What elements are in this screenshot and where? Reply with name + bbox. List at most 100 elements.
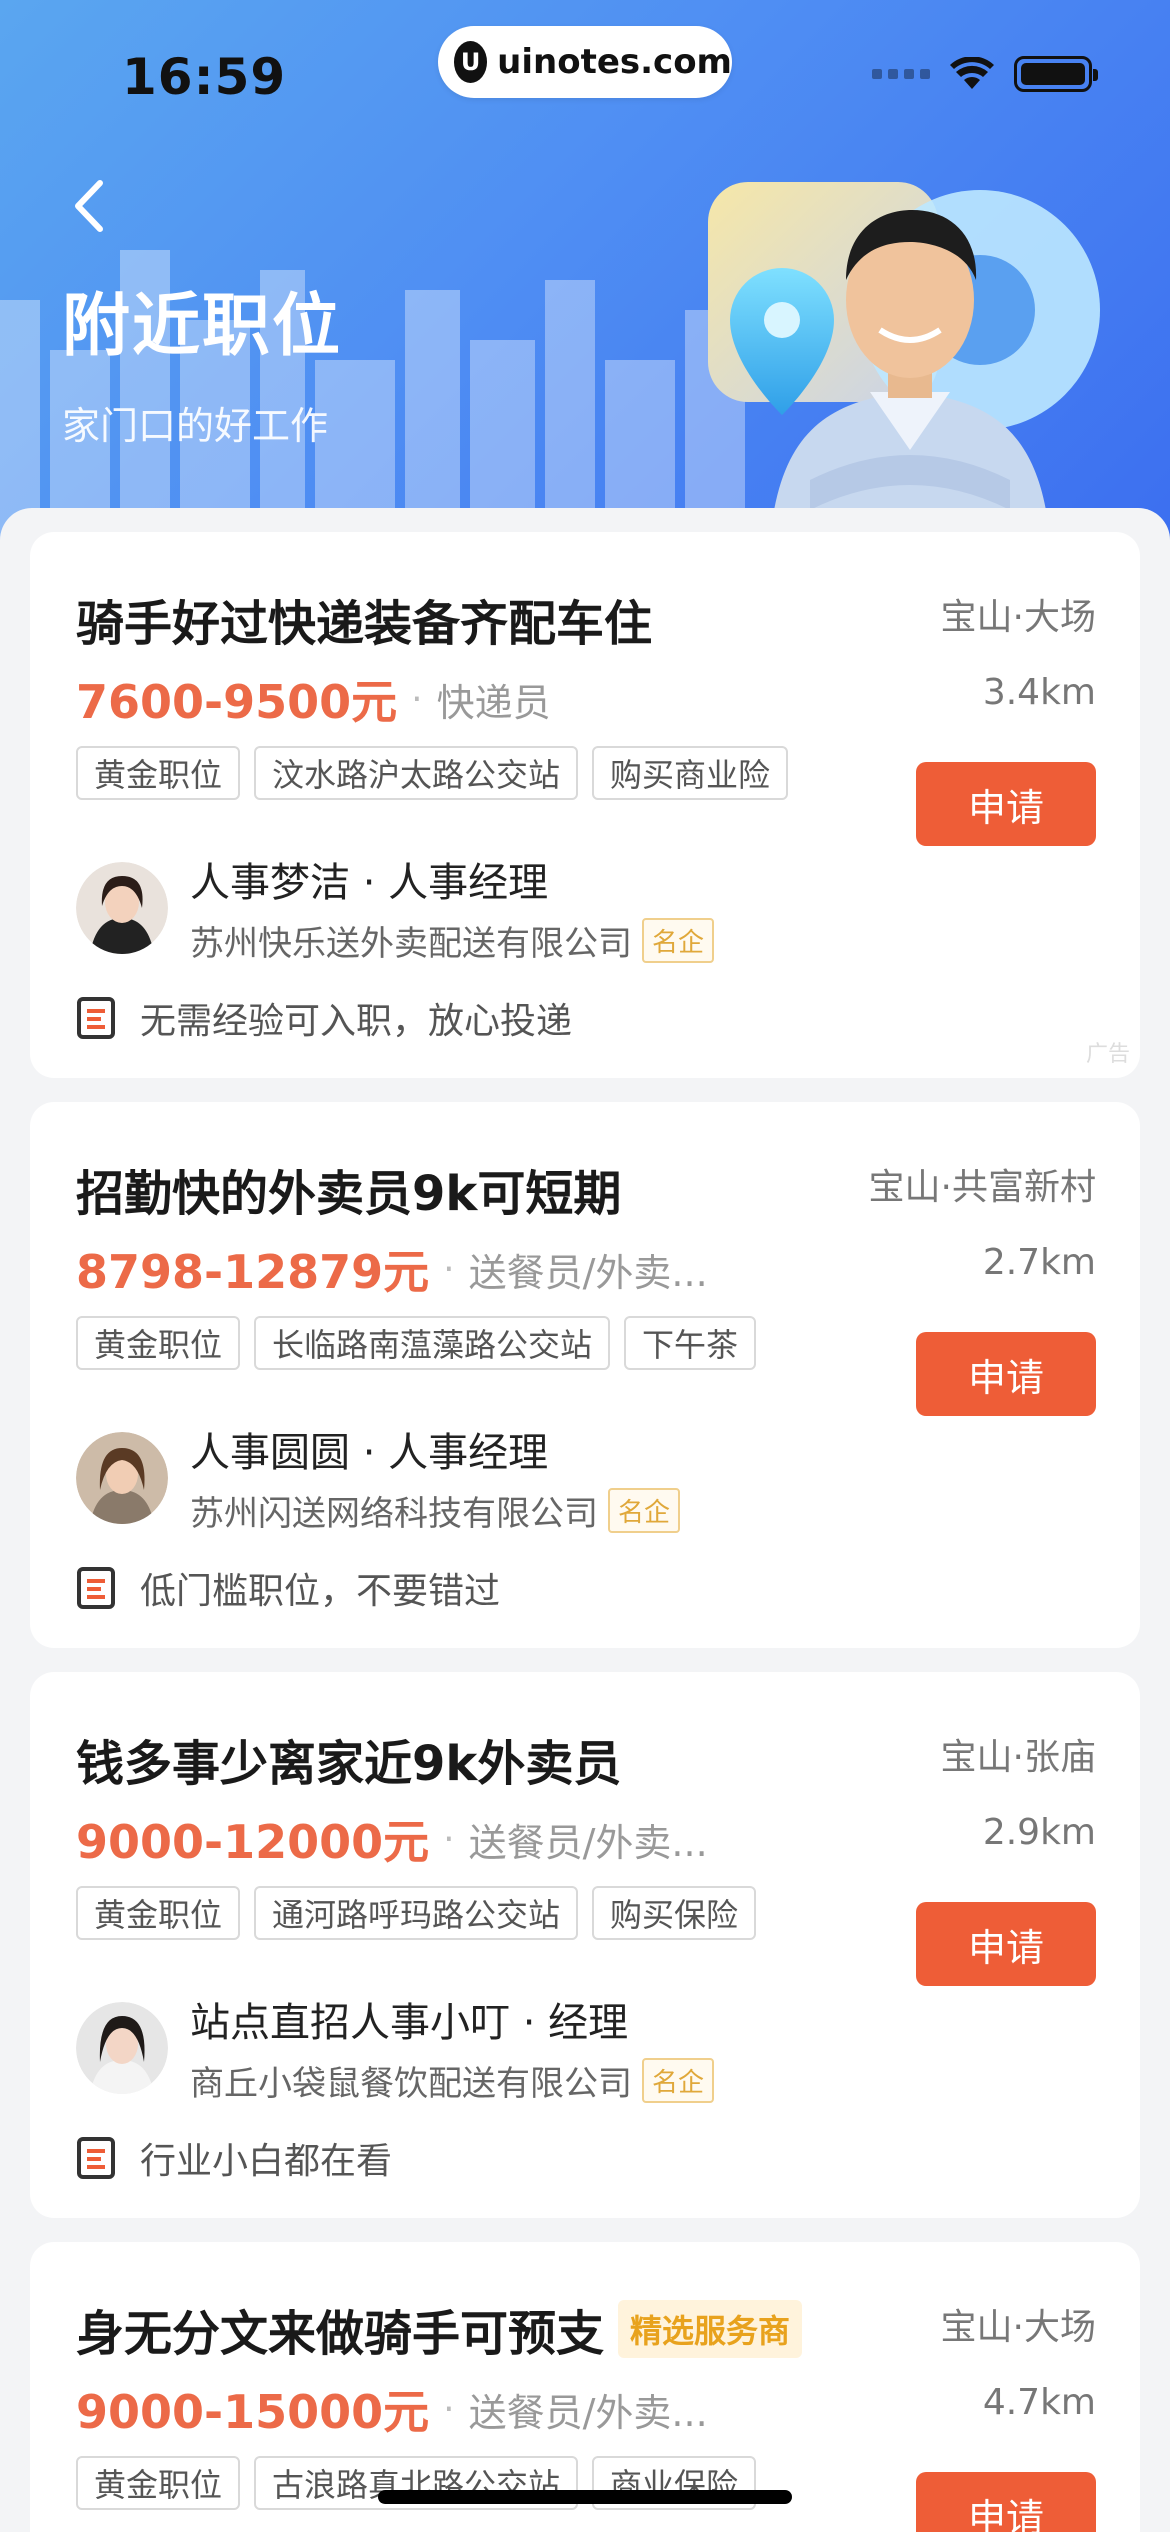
apply-button[interactable]: 申请 [916, 2472, 1096, 2532]
apply-button[interactable]: 申请 [916, 1332, 1096, 1416]
salary-row: 7600-9500元 · 快递员 [76, 666, 551, 732]
job-title-text: 身无分文来做骑手可预支 [76, 2306, 605, 2362]
recruiter-name: 站点直招人事小叮 · 经理 [190, 2000, 629, 2046]
watermark-domain: uinotes.com [497, 42, 732, 82]
wifi-icon [950, 57, 994, 89]
job-tag: 黄金职位 [76, 1886, 241, 1940]
job-salary: 8798-12879元 [76, 1245, 430, 1299]
job-salary: 7600-9500元 [76, 675, 398, 729]
highlight-text: 低门槛职位，不要错过 [140, 1571, 501, 1612]
company-badge: 名企 [642, 2058, 715, 2103]
recruiter-info: 人事圆圆 · 人事经理 苏州闪送网络科技有限公司 名企 [76, 1420, 681, 1535]
company-name: 苏州闪送网络科技有限公司 [190, 1494, 598, 1534]
recruiter-info: 站点直招人事小叮 · 经理 商丘小袋鼠餐饮配送有限公司 名企 [76, 1990, 715, 2105]
promo-tag: 精选服务商 [618, 2300, 803, 2358]
salary-row: 8798-12879元 · 送餐员/外卖... [76, 1236, 708, 1302]
job-title-text: 骑手好过快递装备齐配车住 [76, 596, 653, 652]
company-badge: 名企 [642, 918, 715, 963]
avatar [76, 861, 168, 954]
job-tag: 通河路呼玛路公交站 [254, 1886, 579, 1940]
recruiter-name: 人事圆圆 · 人事经理 [190, 1430, 549, 1476]
company-name: 商丘小袋鼠餐饮配送有限公司 [190, 2064, 632, 2104]
company-line: 商丘小袋鼠餐饮配送有限公司 名企 [190, 2056, 715, 2105]
job-category: 送餐员/外卖... [468, 1250, 708, 1295]
job-location: 宝山·大场 [940, 597, 1096, 638]
apply-button[interactable]: 申请 [916, 1902, 1096, 1986]
page-subtitle: 家门口的好工作 [62, 404, 329, 448]
job-tag: 黄金职位 [76, 2456, 241, 2510]
job-title: 钱多事少离家近9k外卖员 [76, 1724, 621, 1794]
back-button[interactable] [60, 176, 120, 236]
salary-row: 9000-12000元 · 送餐员/外卖... [76, 1806, 708, 1872]
job-distance: 2.9km [982, 1812, 1096, 1853]
ad-label: 广告 [1085, 1042, 1130, 1067]
job-distance: 3.4km [982, 672, 1096, 713]
job-salary: 9000-15000元 [76, 2385, 430, 2439]
job-highlight: 无需经验可入职，放心投递 [76, 992, 572, 1044]
separator-dot: · [443, 2388, 455, 2430]
note-icon [77, 997, 115, 1039]
company-line: 苏州闪送网络科技有限公司 名企 [190, 1486, 681, 1535]
job-tags: 黄金职位 长临路南蕰藻路公交站 下午茶 [76, 1316, 757, 1370]
recruiter-name: 人事梦洁 · 人事经理 [190, 860, 549, 906]
separator-dot: · [443, 1248, 455, 1290]
status-icons [872, 56, 1098, 92]
job-title: 招勤快的外卖员9k可短期 [76, 1154, 621, 1224]
status-bar: 16:59 U uinotes.com [0, 0, 1170, 140]
note-icon [77, 2137, 115, 2179]
job-tag: 购买保险 [592, 1886, 757, 1940]
home-indicator[interactable] [378, 2490, 792, 2504]
avatar [76, 1431, 168, 1524]
apply-button[interactable]: 申请 [916, 762, 1096, 846]
job-category: 快递员 [436, 680, 551, 725]
note-icon [77, 1567, 115, 1609]
job-category: 送餐员/外卖... [468, 2390, 708, 2435]
job-list: 骑手好过快递装备齐配车住 宝山·大场 7600-9500元 · 快递员 3.4k… [0, 508, 1170, 2532]
job-location: 宝山·共富新村 [868, 1167, 1096, 1208]
job-distance: 4.7km [982, 2382, 1096, 2423]
job-title: 身无分文来做骑手可预支 精选服务商 [76, 2294, 803, 2364]
job-tag: 黄金职位 [76, 746, 241, 800]
job-tag: 汶水路沪太路公交站 [254, 746, 579, 800]
company-badge: 名企 [608, 1488, 681, 1533]
job-card[interactable]: 钱多事少离家近9k外卖员 宝山·张庙 9000-12000元 · 送餐员/外卖.… [30, 1672, 1140, 2218]
avatar [76, 2001, 168, 2094]
chevron-left-icon [75, 180, 103, 232]
job-tags: 黄金职位 通河路呼玛路公交站 购买保险 [76, 1886, 757, 1940]
job-title: 骑手好过快递装备齐配车住 [76, 584, 652, 654]
job-title-text: 钱多事少离家近9k外卖员 [76, 1736, 622, 1792]
job-tag: 长临路南蕰藻路公交站 [254, 1316, 611, 1370]
source-watermark-pill: U uinotes.com [438, 26, 732, 98]
company-name: 苏州快乐送外卖配送有限公司 [190, 924, 632, 964]
job-card[interactable]: 骑手好过快递装备齐配车住 宝山·大场 7600-9500元 · 快递员 3.4k… [30, 532, 1140, 1078]
job-category: 送餐员/外卖... [468, 1820, 708, 1865]
battery-icon [1014, 56, 1098, 92]
job-highlight: 行业小白都在看 [76, 2132, 392, 2184]
job-title-text: 招勤快的外卖员9k可短期 [76, 1166, 622, 1222]
job-tag: 购买商业险 [592, 746, 789, 800]
page: 16:59 U uinotes.com 附近职位 家门口的好工作 骑手好过快递装… [0, 0, 1170, 2532]
highlight-text: 无需经验可入职，放心投递 [140, 1001, 573, 1042]
job-card[interactable]: 招勤快的外卖员9k可短期 宝山·共富新村 8798-12879元 · 送餐员/外… [30, 1102, 1140, 1648]
cellular-signal-icon [872, 69, 930, 79]
job-location: 宝山·大场 [940, 2307, 1096, 2348]
salary-row: 9000-15000元 · 送餐员/外卖... [76, 2376, 708, 2442]
hero-banner: 16:59 U uinotes.com 附近职位 家门口的好工作 [0, 0, 1170, 540]
recruiter-info: 人事梦洁 · 人事经理 苏州快乐送外卖配送有限公司 名企 [76, 850, 715, 965]
separator-dot: · [411, 678, 423, 720]
uinotes-logo-icon: U [454, 41, 488, 83]
company-line: 苏州快乐送外卖配送有限公司 名企 [190, 916, 715, 965]
job-highlight: 低门槛职位，不要错过 [76, 1562, 500, 1614]
job-card[interactable]: 身无分文来做骑手可预支 精选服务商 宝山·大场 9000-15000元 · 送餐… [30, 2242, 1140, 2532]
highlight-text: 行业小白都在看 [140, 2141, 393, 2182]
status-time: 16:59 [122, 48, 287, 106]
recruiter-illustration [708, 182, 1100, 540]
job-tags: 黄金职位 汶水路沪太路公交站 购买商业险 [76, 746, 789, 800]
job-tag: 下午茶 [624, 1316, 757, 1370]
page-title: 附近职位 [62, 287, 343, 366]
separator-dot: · [443, 1818, 455, 1860]
job-location: 宝山·张庙 [940, 1737, 1096, 1778]
job-tag: 黄金职位 [76, 1316, 241, 1370]
job-salary: 9000-12000元 [76, 1815, 430, 1869]
city-skyline-illustration [0, 250, 745, 540]
